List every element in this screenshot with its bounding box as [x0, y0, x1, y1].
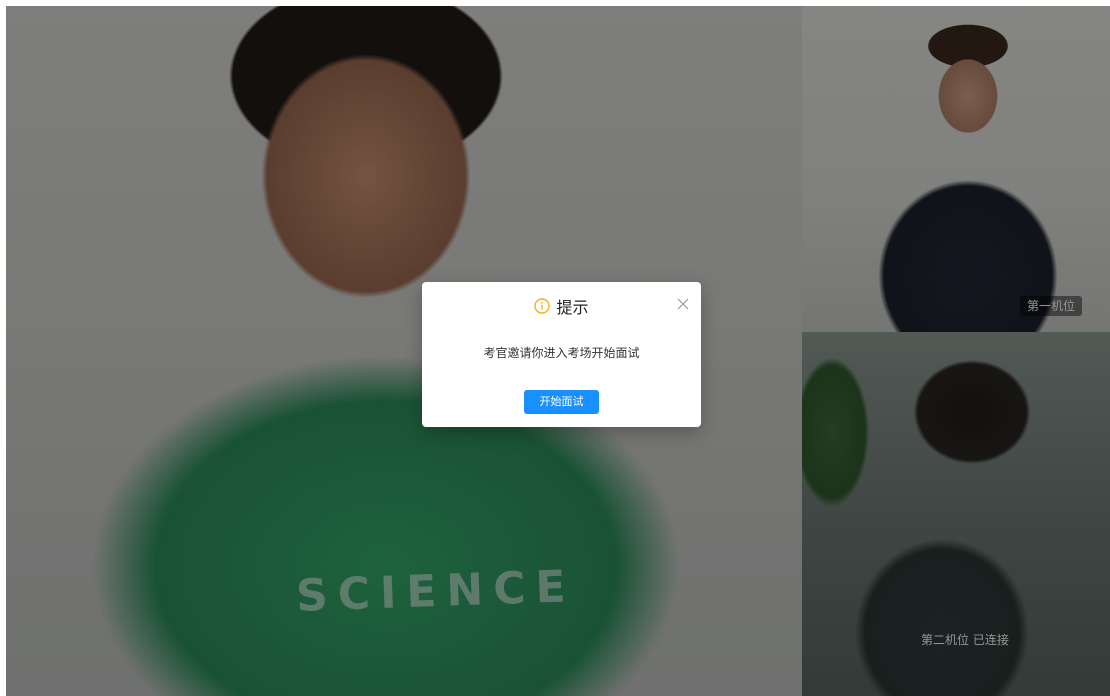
dialog-title: 提示 [556, 298, 589, 317]
close-icon[interactable] [677, 295, 689, 310]
dialog-message: 考官邀请你进入考场开始面试 [483, 346, 640, 360]
invite-dialog: 提示 考官邀请你进入考场开始面试 开始面试 [422, 282, 701, 427]
video-stage: SCIENCE 第一机位 第二机位 已连接 提示 考官邀请你进入考场开始面试 开… [6, 6, 1110, 696]
start-interview-button[interactable]: 开始面试 [524, 390, 599, 414]
info-circle-icon [534, 298, 551, 314]
dialog-header: 提示 [422, 292, 701, 320]
